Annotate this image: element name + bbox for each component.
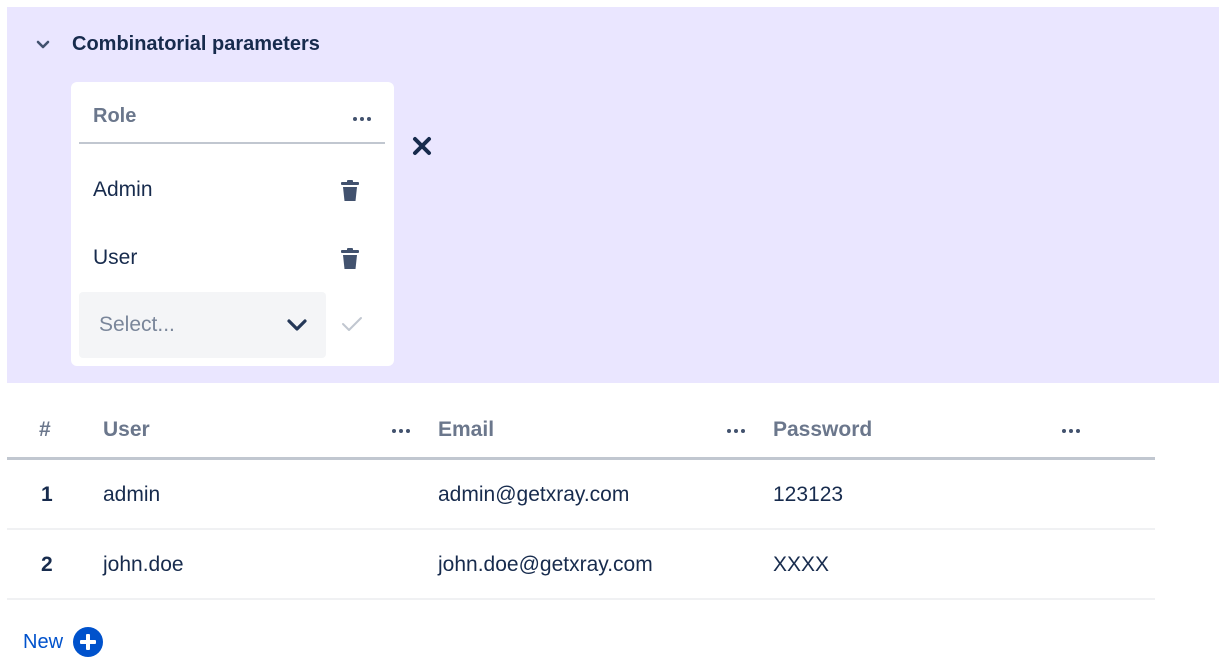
- combinatorial-parameters-panel: Combinatorial parameters Role Admin User…: [7, 7, 1219, 383]
- table-header: # User Email Password: [7, 398, 1155, 460]
- check-icon[interactable]: [341, 315, 363, 338]
- dataset-table: # User Email Password 1 admin admin@getx…: [7, 398, 1155, 600]
- chevron-down-icon: [287, 319, 307, 337]
- column-header-email: Email: [438, 418, 495, 441]
- parameter-value-row: User: [93, 238, 363, 278]
- trash-icon[interactable]: [340, 180, 360, 207]
- column-header-password: Password: [773, 418, 873, 441]
- plus-circle-icon: [73, 627, 104, 657]
- parameter-card: Role Admin User Select...: [71, 82, 394, 366]
- column-header-user: User: [103, 418, 150, 441]
- parameter-name: Role: [93, 105, 137, 127]
- column-user-more-icon[interactable]: [390, 425, 412, 437]
- parameter-header: Role: [79, 96, 385, 144]
- parameter-more-icon[interactable]: [351, 113, 373, 125]
- column-header-number: #: [39, 418, 51, 441]
- parameter-value-label: Admin: [93, 178, 153, 201]
- trash-icon[interactable]: [340, 248, 360, 275]
- cell-user[interactable]: admin: [103, 483, 160, 507]
- row-number: 1: [41, 483, 53, 506]
- column-email-more-icon[interactable]: [725, 425, 747, 437]
- new-row-label: New: [23, 630, 64, 653]
- cell-user[interactable]: john.doe: [103, 553, 184, 577]
- row-number: 2: [41, 553, 53, 576]
- parameter-value-row: Admin: [93, 170, 363, 210]
- combinatorial-title: Combinatorial parameters: [72, 33, 320, 55]
- new-row-button[interactable]: New: [23, 627, 104, 657]
- column-password-more-icon[interactable]: [1060, 425, 1082, 437]
- cell-email[interactable]: john.doe@getxray.com: [438, 553, 653, 577]
- cell-email[interactable]: admin@getxray.com: [438, 483, 629, 507]
- cell-password[interactable]: XXXX: [773, 553, 829, 577]
- cell-password[interactable]: 123123: [773, 483, 843, 507]
- table-row[interactable]: 2 john.doe john.doe@getxray.com XXXX: [7, 530, 1155, 600]
- value-select-dropdown[interactable]: Select...: [79, 292, 326, 358]
- parameter-value-label: User: [93, 246, 138, 269]
- close-icon[interactable]: [412, 136, 432, 161]
- select-placeholder: Select...: [99, 313, 175, 336]
- chevron-down-icon[interactable]: [33, 35, 53, 55]
- table-row[interactable]: 1 admin admin@getxray.com 123123: [7, 460, 1155, 530]
